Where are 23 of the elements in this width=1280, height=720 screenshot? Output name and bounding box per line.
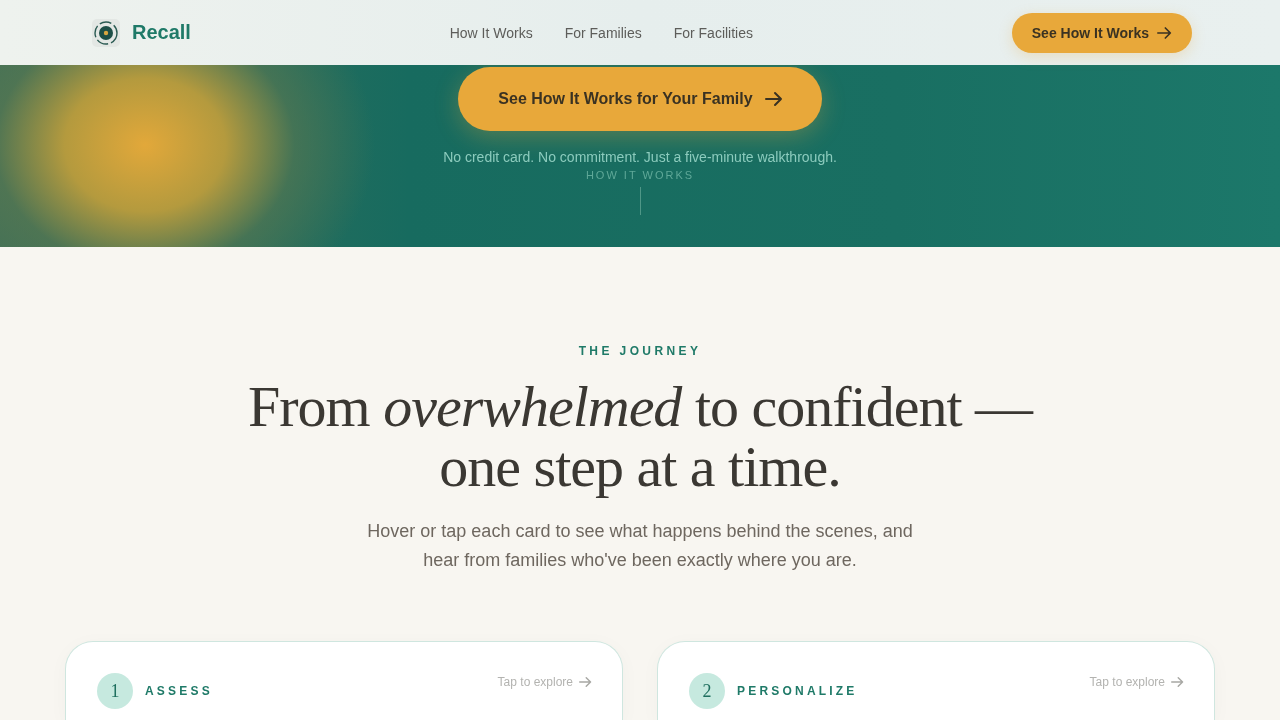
step-number: 1 bbox=[97, 673, 133, 709]
nav-link[interactable]: How It Works bbox=[449, 24, 533, 41]
step-title: ASSESS bbox=[145, 684, 213, 698]
step-number: 2 bbox=[689, 673, 725, 709]
arrow-right-icon bbox=[764, 91, 783, 107]
hero-note: No credit card. No commitment. Just a five-minute walkthrough. bbox=[443, 149, 837, 165]
section-intro: Hover or tap each card to see what happens behind the scenes, and hear from families who've been exactly where you are. bbox=[366, 520, 914, 572]
brand-name[interactable]: Recall bbox=[132, 21, 191, 44]
see-how-it-works-button[interactable]: See How It Works bbox=[1011, 12, 1192, 53]
step-title: PERSONALIZE bbox=[737, 684, 858, 698]
step-card[interactable]: 2 PERSONALIZE Tap to explore bbox=[657, 641, 1215, 720]
arrow-right-icon bbox=[579, 676, 592, 688]
emblem-logo-icon bbox=[92, 18, 120, 47]
section-eyebrow: THE JOURNEY bbox=[578, 344, 702, 358]
arrow-right-icon bbox=[1157, 25, 1172, 40]
nav-link[interactable]: For Facilities bbox=[673, 24, 754, 41]
step-card[interactable]: 1 ASSESS Tap to explore bbox=[65, 641, 623, 720]
section-heading: From overwhelmed to confident — one step at a time. bbox=[246, 377, 1035, 497]
scroll-label: HOW IT WORKS bbox=[585, 169, 695, 182]
arrow-right-icon bbox=[1171, 676, 1184, 688]
family-walkthrough-button[interactable]: See How It Works for Your Family bbox=[458, 67, 822, 131]
nav-link[interactable]: For Families bbox=[564, 24, 642, 41]
scroll-line bbox=[639, 187, 641, 215]
